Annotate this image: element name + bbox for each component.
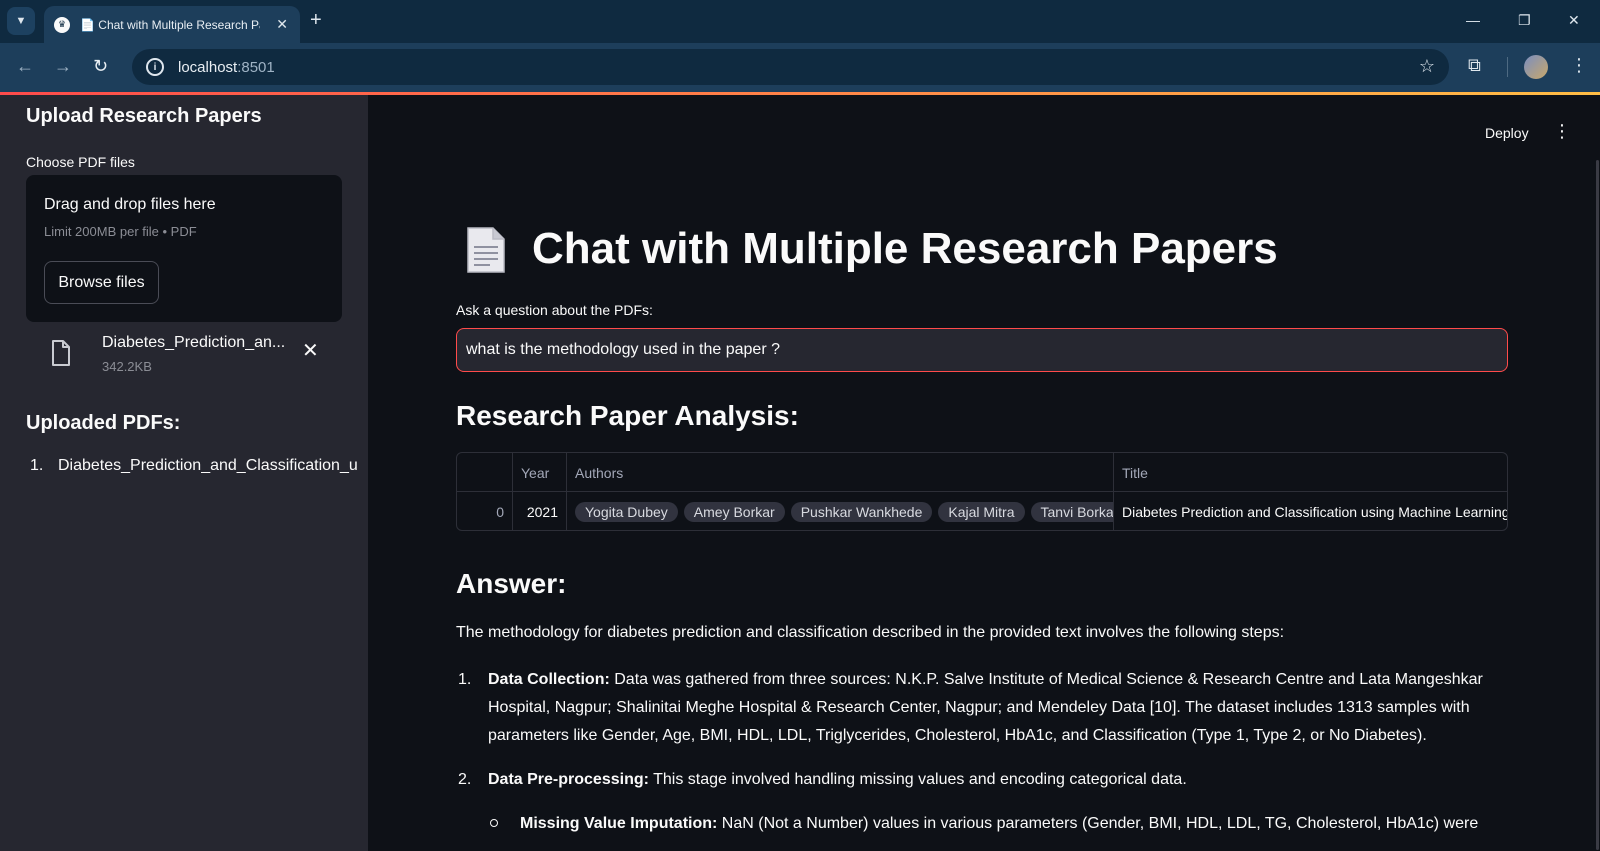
tab-title: 📄 Chat with Multiple Research Papers <box>80 17 260 32</box>
analysis-dataframe[interactable]: Year Authors Title 0 2021 Yogita Dubey A… <box>456 452 1508 531</box>
column-header-year[interactable]: Year <box>513 453 567 492</box>
table-header-row: Year Authors Title <box>457 453 1507 492</box>
file-uploader-label: Choose PDF files <box>26 154 135 170</box>
minimize-icon[interactable]: — <box>1466 12 1480 28</box>
remove-file-icon[interactable]: ✕ <box>302 338 319 363</box>
new-tab-icon[interactable]: + <box>310 10 322 30</box>
bullet-circle-icon <box>490 819 498 827</box>
question-input[interactable] <box>456 328 1508 372</box>
bookmark-star-icon[interactable]: ☆ <box>1419 56 1435 77</box>
main-menu-icon[interactable]: ⋮ <box>1553 121 1571 142</box>
list-item: 1. Data Collection: Data was gathered fro… <box>458 671 1483 744</box>
dropzone-instructions: Drag and drop files here <box>44 196 216 213</box>
file-icon <box>52 340 70 366</box>
column-header-authors[interactable]: Authors <box>567 453 1114 492</box>
extensions-puzzle-icon[interactable]: ⧉ <box>1468 55 1481 76</box>
authors-cell[interactable]: Yogita Dubey Amey Borkar Pushkar Wankhed… <box>567 492 1114 530</box>
forward-arrow-icon[interactable]: → <box>54 56 72 77</box>
uploaded-file-item: Diabetes_Prediction_an... 342.2KB ✕ <box>26 330 342 380</box>
uploaded-file-name: Diabetes_Prediction_an... <box>102 334 286 351</box>
uploaded-file-size: 342.2KB <box>102 359 152 374</box>
window-close-icon[interactable]: ✕ <box>1568 12 1580 29</box>
answer-intro: The methodology for diabetes prediction … <box>456 624 1285 641</box>
author-chip: Yogita Dubey <box>575 501 678 522</box>
chevron-down-icon: ▼ <box>15 15 27 27</box>
deploy-button[interactable]: Deploy <box>1485 125 1529 141</box>
document-emoji-icon <box>467 227 505 273</box>
toolbar-divider <box>1507 57 1508 77</box>
streamlit-crown-icon: ♛ <box>54 16 70 33</box>
list-item: 2. Data Pre-processing: This stage involv… <box>458 771 1187 788</box>
dropzone-limit: Limit 200MB per file • PDF <box>44 224 197 239</box>
file-dropzone[interactable]: Drag and drop files here Limit 200MB per… <box>26 175 342 322</box>
analysis-title: Research Paper Analysis: <box>456 400 799 431</box>
author-chip: Amey Borkar <box>683 501 785 522</box>
browse-files-button[interactable]: Browse files <box>44 261 159 304</box>
author-chip: Tanvi Borkar <box>1030 501 1113 522</box>
table-row: 0 2021 Yogita Dubey Amey Borkar Pushkar … <box>457 492 1507 530</box>
page-title: Chat with Multiple Research Papers <box>532 224 1278 273</box>
year-cell[interactable]: 2021 <box>513 492 567 530</box>
scrollbar[interactable] <box>1596 160 1599 850</box>
browser-menu-icon[interactable]: ⋮ <box>1570 55 1588 76</box>
column-header-index[interactable] <box>457 453 513 492</box>
uploaded-pdfs-title: Uploaded PDFs: <box>26 412 181 434</box>
tab-search-button[interactable]: ▼ <box>7 7 35 35</box>
restore-icon[interactable]: ❐ <box>1518 12 1531 29</box>
question-label: Ask a question about the PDFs: <box>456 302 653 318</box>
author-chip: Pushkar Wankhede <box>790 501 933 522</box>
reload-icon[interactable]: ↻ <box>93 56 108 77</box>
author-chip: Kajal Mitra <box>938 501 1025 522</box>
column-header-title[interactable]: Title <box>1114 453 1507 492</box>
list-item: 1. Diabetes_Prediction_and_Classification… <box>30 457 358 474</box>
answer-steps: 1. Data Collection: Data was gathered fro… <box>456 666 1496 838</box>
browser-toolbar: ← → ↻ i localhost:8501 ☆ ⧉ ⋮ <box>0 43 1600 92</box>
title-cell[interactable]: Diabetes Prediction and Classification u… <box>1114 492 1507 530</box>
address-bar[interactable]: i localhost:8501 ☆ <box>132 49 1449 85</box>
url-text: localhost:8501 <box>178 58 275 76</box>
browser-tabstrip: ▼ ♛ 📄 Chat with Multiple Research Papers… <box>0 0 1600 43</box>
row-index: 0 <box>457 492 513 530</box>
browser-tab[interactable]: ♛ 📄 Chat with Multiple Research Papers ✕ <box>44 6 300 43</box>
upload-section-title: Upload Research Papers <box>26 105 262 127</box>
site-info-icon[interactable]: i <box>146 58 164 76</box>
list-item: Missing Value Imputation: NaN (Not a Num… <box>456 810 1496 838</box>
back-arrow-icon[interactable]: ← <box>16 56 34 77</box>
answer-title: Answer: <box>456 568 567 599</box>
profile-avatar[interactable] <box>1524 55 1548 79</box>
close-icon[interactable]: ✕ <box>276 16 288 33</box>
uploaded-pdf-list: 1. Diabetes_Prediction_and_Classification… <box>30 457 368 475</box>
